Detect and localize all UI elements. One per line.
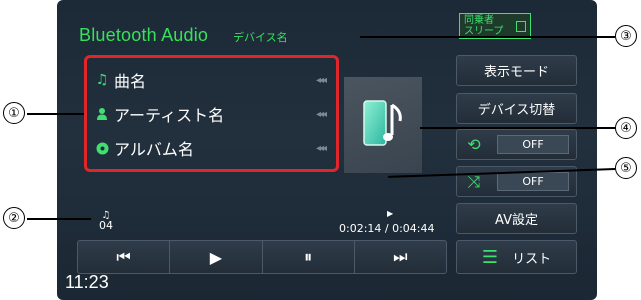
previous-track-button[interactable]: ⏮ (78, 241, 171, 273)
list-label: リスト (512, 251, 552, 267)
callout-line-1 (27, 113, 84, 115)
shuffle-value: OFF (497, 172, 569, 191)
disc-icon (95, 140, 109, 156)
track-number-value: 04 (99, 219, 113, 232)
play-button[interactable]: ▶ (170, 241, 263, 273)
list-icon: ☰ (481, 246, 499, 268)
repeat-button[interactable]: ⟲ OFF (456, 129, 577, 160)
scroll-indicator-icon: ◂◂◂ (315, 108, 327, 120)
playback-time: 0:02:14 / 0:04:44 (339, 222, 435, 235)
callout-4: ④ (615, 117, 637, 139)
artist-name: アーティスト名 (114, 106, 225, 125)
list-button[interactable]: ☰ リスト (456, 240, 577, 274)
music-note-icon: ♫ (95, 72, 109, 88)
track-number: ♫ 04 (97, 211, 115, 232)
display-mode-button[interactable]: 表示モード (456, 55, 577, 86)
callout-line-4 (420, 127, 615, 129)
repeat-value: OFF (497, 135, 569, 154)
audio-screen: Bluetooth Audio デバイス名 同乗者 スリープ ♫ 曲名 ◂◂◂ … (57, 0, 597, 300)
av-settings-button[interactable]: AV設定 (456, 203, 577, 234)
callout-5: ⑤ (615, 157, 637, 179)
track-title: 曲名 (114, 72, 147, 91)
next-track-button[interactable]: ⏭ (355, 241, 446, 273)
source-title: Bluetooth Audio (79, 25, 209, 45)
playback-position-marker: ▶ (387, 209, 394, 218)
clock: 11:23 (65, 272, 109, 292)
callout-line-2 (27, 218, 91, 220)
track-info-panel: ♫ 曲名 ◂◂◂ アーティスト名 ◂◂◂ アルバム名 ◂◂◂ (84, 55, 339, 172)
repeat-icon: ⟲ (467, 135, 481, 154)
artist-row[interactable]: アーティスト名 ◂◂◂ (95, 102, 327, 126)
bluetooth-device-icon (363, 100, 402, 146)
callout-2: ② (3, 207, 25, 229)
device-name: デバイス名 (233, 31, 288, 44)
album-row[interactable]: アルバム名 ◂◂◂ (95, 136, 327, 160)
pause-button[interactable]: ⏸ (263, 241, 355, 273)
transport-controls: ⏮ ▶ ⏸ ⏭ (77, 240, 447, 274)
device-switch-button[interactable]: デバイス切替 (456, 93, 577, 124)
callout-line-3 (360, 36, 615, 38)
album-art (344, 77, 422, 173)
callout-1: ① (3, 102, 25, 124)
person-icon (95, 106, 109, 122)
track-title-row[interactable]: ♫ 曲名 ◂◂◂ (95, 68, 327, 92)
album-name: アルバム名 (114, 140, 194, 159)
checkbox-icon (516, 21, 526, 32)
scroll-indicator-icon: ◂◂◂ (315, 142, 327, 154)
callout-3: ③ (615, 25, 637, 47)
scroll-indicator-icon: ◂◂◂ (315, 74, 327, 86)
